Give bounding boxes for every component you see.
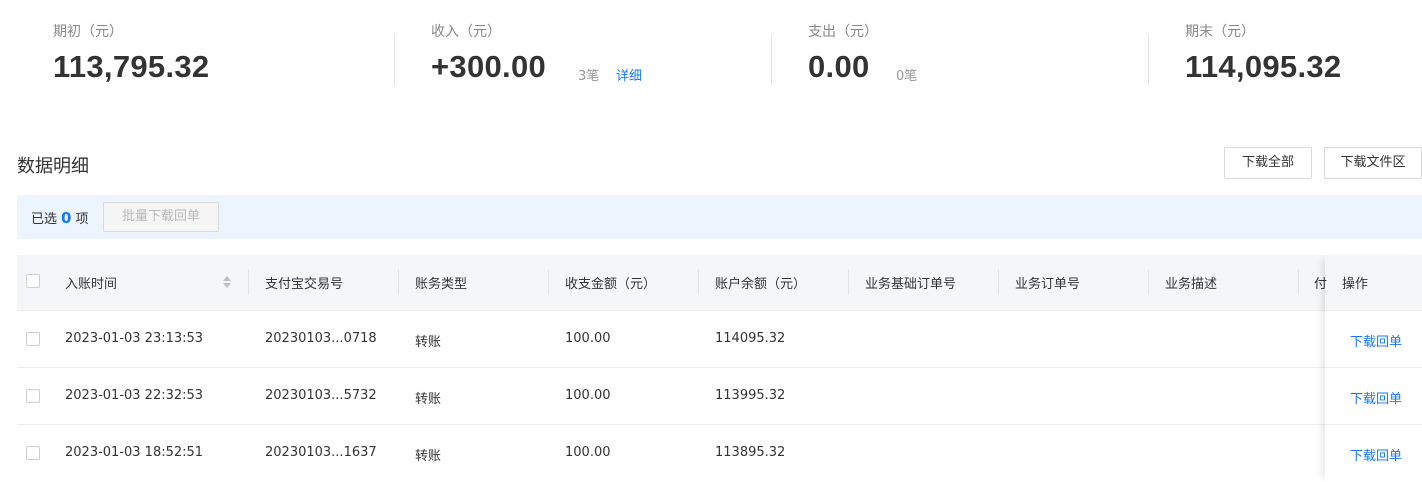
cell-trade-no: 20230103...5732 (265, 388, 377, 403)
column-divider (1148, 269, 1149, 295)
download-files-button[interactable]: 下载文件区 (1324, 147, 1422, 179)
cell-balance: 113895.32 (715, 445, 786, 460)
header-order: 业务订单号 (1015, 277, 1081, 292)
cell-balance: 113995.32 (715, 388, 786, 403)
column-divider (398, 269, 399, 295)
header-clipped: 付 (1314, 277, 1328, 292)
cell-balance: 114095.32 (715, 331, 786, 346)
expense-count: 0笔 (896, 69, 918, 84)
row-checkbox[interactable] (26, 332, 40, 346)
column-divider (1298, 269, 1299, 295)
expense-label: 支出（元） (808, 24, 878, 40)
cell-trade-no: 20230103...1637 (265, 445, 377, 460)
closing-label: 期末（元） (1185, 24, 1255, 40)
expense-value: 0.00 (808, 49, 870, 84)
column-divider (848, 269, 849, 295)
download-all-button[interactable]: 下载全部 (1224, 147, 1312, 179)
selection-prefix: 已选 (31, 212, 58, 227)
sort-icon[interactable] (223, 276, 231, 290)
income-label: 收入（元） (431, 24, 501, 40)
column-divider (998, 269, 999, 295)
header-type: 账务类型 (415, 277, 468, 292)
summary-divider (771, 34, 772, 84)
cell-type: 转账 (415, 392, 442, 407)
income-value: +300.00 (431, 49, 547, 84)
data-table: 入账时间 支付宝交易号 账务类型 收支金额（元） 账户余额（元） 业务基础订单号… (17, 255, 1422, 482)
selection-count: 0 (61, 209, 72, 227)
opening-label: 期初（元） (53, 24, 123, 40)
row-checkbox[interactable] (26, 446, 40, 460)
cell-amount: 100.00 (565, 331, 611, 346)
section-title: 数据明细 (17, 156, 89, 177)
cell-amount: 100.00 (565, 388, 611, 403)
select-all-checkbox[interactable] (26, 274, 40, 288)
summary-divider (1148, 34, 1149, 84)
selection-count-text: 已选 0 项 (31, 208, 88, 227)
income-detail-link[interactable]: 详细 (616, 65, 642, 84)
download-receipt-link[interactable]: 下载回单 (1350, 388, 1402, 407)
header-desc: 业务描述 (1165, 277, 1218, 292)
cell-time: 2023-01-03 18:52:51 (65, 445, 204, 460)
selection-bar: 已选 0 项 批量下载回单 (17, 195, 1422, 239)
column-divider (548, 269, 549, 295)
header-balance: 账户余额（元） (715, 277, 807, 292)
opening-value: 113,795.32 (53, 49, 210, 84)
table-row: 2023-01-03 22:32:53 20230103...5732 转账 1… (17, 367, 1422, 424)
summary-divider (394, 34, 395, 84)
closing-value: 114,095.32 (1185, 49, 1342, 84)
row-checkbox[interactable] (26, 389, 40, 403)
batch-download-button[interactable]: 批量下载回单 (103, 202, 219, 232)
cell-trade-no: 20230103...0718 (265, 331, 377, 346)
table-row: 2023-01-03 18:52:51 20230103...1637 转账 1… (17, 424, 1422, 481)
selection-suffix: 项 (75, 212, 89, 227)
cell-type: 转账 (415, 449, 442, 464)
column-divider (698, 269, 699, 295)
download-receipt-link[interactable]: 下载回单 (1350, 331, 1402, 350)
header-time: 入账时间 (65, 277, 118, 292)
cell-type: 转账 (415, 335, 442, 350)
income-count: 3笔 (578, 69, 600, 84)
column-divider (248, 269, 249, 295)
table-header: 入账时间 支付宝交易号 账务类型 收支金额（元） 账户余额（元） 业务基础订单号… (17, 255, 1422, 310)
table-row: 2023-01-03 23:13:53 20230103...0718 转账 1… (17, 310, 1422, 367)
download-receipt-link[interactable]: 下载回单 (1350, 445, 1402, 464)
cell-time: 2023-01-03 22:32:53 (65, 388, 204, 403)
cell-time: 2023-01-03 23:13:53 (65, 331, 204, 346)
cell-amount: 100.00 (565, 445, 611, 460)
header-base-order: 业务基础订单号 (865, 277, 957, 292)
header-amount: 收支金额（元） (565, 277, 657, 292)
header-trade-no: 支付宝交易号 (265, 277, 344, 292)
header-action: 操作 (1342, 277, 1369, 292)
